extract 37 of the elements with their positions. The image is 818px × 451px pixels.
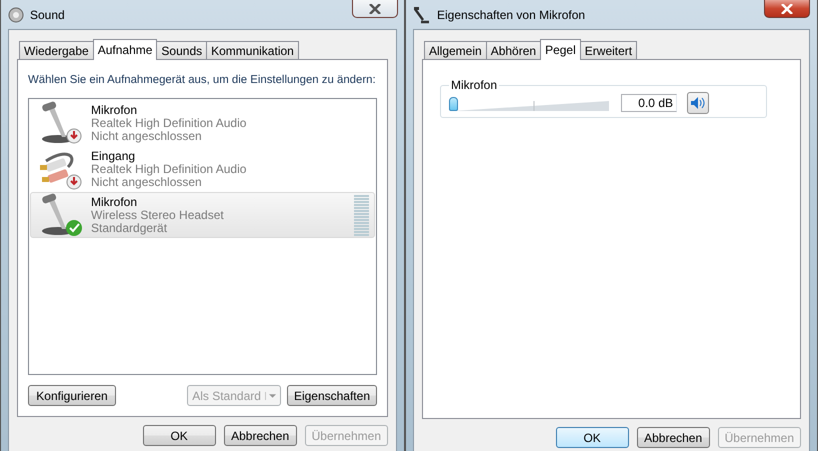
device-item[interactable]: Eingang Realtek High Definition Audio Nicht angeschlossen [30,146,375,192]
device-item[interactable]: Mikrofon Wireless Stereo Headset Standardgerät [30,192,375,238]
action-button[interactable]: Konfigurieren [28,385,116,406]
tab[interactable]: Wiedergabe [19,41,94,59]
tab[interactable]: Abhören [486,41,542,59]
close-icon [781,4,793,14]
close-button[interactable] [352,0,398,18]
window-title: Sound [30,8,65,22]
close-icon [369,4,381,14]
group-label: Mikrofon [450,78,498,92]
instruction-text: Wählen Sie ein Aufnahmegerät aus, um die Einstellungen zu ändern: [28,74,377,86]
action-button[interactable]: Eigenschaften [286,385,377,406]
level-value: 0.0 dB [621,94,677,112]
window-title: Eigenschaften von Mikrofon [437,8,586,22]
close-button[interactable] [764,0,810,18]
tab[interactable]: Allgemein [424,41,487,59]
default-button[interactable]: OK [556,427,629,448]
mute-button[interactable] [687,92,709,114]
device-status: Nicht angeschlossen [91,176,203,188]
microphone-icon [413,6,431,24]
device-name: Mikrofon [91,196,138,208]
dialog-button[interactable]: OK [142,425,216,446]
device-description: Realtek High Definition Audio [91,162,248,176]
device-name: Mikrofon [91,104,138,116]
device-description: Wireless Stereo Headset [91,208,225,222]
device-name: Eingang [91,150,136,162]
device-description: Realtek High Definition Audio [91,116,248,130]
tab[interactable]: Erweitert [580,41,638,59]
dialog-button[interactable]: Abbrechen [636,427,710,448]
tab[interactable]: Pegel [540,39,581,60]
device-status: Standardgerät [91,222,168,234]
tab[interactable]: Sounds [156,41,208,59]
device-status: Nicht angeschlossen [91,130,203,142]
device-item[interactable]: Mikrofon Realtek High Definition Audio Nicht angeschlossen [30,100,375,146]
tab[interactable]: Aufnahme [92,39,158,60]
tab[interactable]: Kommunikation [206,41,299,59]
dialog-button[interactable]: Abbrechen [224,425,297,446]
